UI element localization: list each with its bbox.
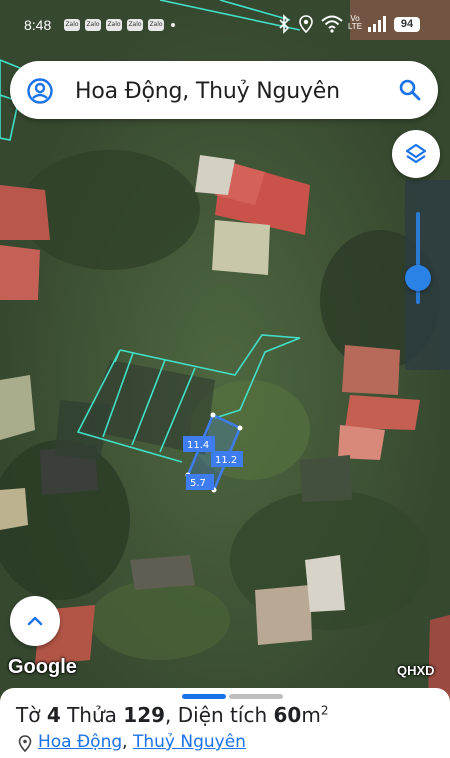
sheet-number: 4 [46,703,61,727]
zalo-notification-icon: Zalo [106,19,122,31]
dimension-label-right: 11.2 [215,455,237,466]
search-icon[interactable] [398,78,422,102]
signal-icon [368,16,386,32]
wifi-icon [321,15,343,33]
battery-indicator: 94 [394,17,420,32]
parcel-info-sheet[interactable]: Tờ 4 Thửa 129, Diện tích 60m2 Hoa Động, … [0,688,450,758]
status-bar: 8:48 Zalo Zalo Zalo Zalo Zalo Vo LTE 94 [0,0,450,48]
zalo-notification-icon: Zalo [127,19,143,31]
zalo-notification-icon: Zalo [148,19,164,31]
bluetooth-icon [279,14,290,34]
status-time: 8:48 [24,17,52,33]
zoom-slider-handle[interactable] [405,265,431,291]
volte-icon: Vo LTE [347,14,363,31]
location-icon [299,15,313,34]
district-link[interactable]: Thuỷ Nguyên [133,732,246,752]
zalo-notification-icon: Zalo [85,19,101,31]
expand-up-button[interactable] [10,596,60,646]
lot-label: Thửa [67,703,117,727]
sheet-label: Tờ [16,703,41,727]
sheet-handle[interactable] [182,694,226,699]
search-query[interactable]: Hoa Động, Thuỷ Nguyên [75,79,340,104]
zalo-notification-icon: Zalo [64,19,80,31]
layer-label: QHXD [397,663,435,678]
more-notifications-dot [171,23,175,27]
area-label: Diện tích [177,703,268,727]
area-superscript: 2 [320,703,329,718]
area-value: 60 [273,703,302,727]
account-icon[interactable] [27,78,53,104]
search-bar[interactable]: Hoa Động, Thuỷ Nguyên [10,61,438,119]
area-unit: m [301,703,321,727]
lot-number: 129 [123,703,166,727]
parcel-summary: Tờ 4 Thửa 129, Diện tích 60m2 [16,703,329,727]
dimension-label-bottom: 5.7 [190,478,206,489]
commune-link[interactable]: Hoa Động [38,732,122,752]
google-logo: Google [8,656,77,678]
sheet-handle[interactable] [229,694,283,699]
location-pin-icon [18,735,32,753]
layers-icon [405,143,427,164]
layers-button[interactable] [392,130,440,178]
chevron-up-icon [27,616,43,626]
dimension-label-top: 11.4 [187,440,209,451]
